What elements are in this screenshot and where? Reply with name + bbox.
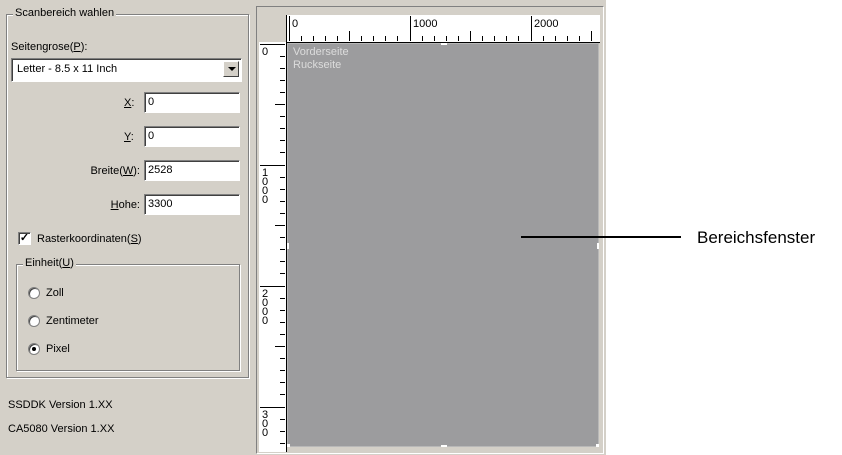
ca5080-version: CA5080 Version 1.XX — [8, 423, 115, 435]
unit-zentimeter-label[interactable]: Zentimeter — [46, 315, 99, 327]
page-size-label: Seitengrose(P): — [11, 41, 88, 53]
back-side-label: Ruckseite — [293, 59, 342, 71]
grid-coords-label[interactable]: Rasterkoordinaten(S) — [37, 233, 142, 245]
scan-area-group-title: Scanbereich wahlen — [13, 7, 117, 19]
hruler-label-0: 0 — [292, 18, 298, 30]
x-field[interactable]: 0 — [144, 92, 240, 113]
unit-pixel-radio[interactable] — [28, 343, 40, 355]
vertical-ruler: 0 1 0 0 0 2 0 0 0 3 0 0 — [259, 42, 287, 452]
unit-zoll-radio[interactable] — [28, 287, 40, 299]
resize-handle-bottom-right[interactable] — [596, 444, 599, 447]
height-field[interactable]: 3300 — [144, 194, 240, 215]
callout-label: Bereichsfenster — [697, 228, 816, 247]
scan-settings-dialog: Scanbereich wahlen Seitengrose(P): Lette… — [0, 0, 606, 455]
height-label: Hohe: — [110, 199, 140, 211]
resize-handle-bottom[interactable] — [441, 445, 447, 447]
y-field[interactable]: 0 — [144, 126, 240, 147]
hruler-label-2000: 2000 — [534, 18, 558, 30]
vertical-ruler-ticks — [260, 44, 285, 444]
ssddk-version: SSDDK Version 1.XX — [8, 399, 113, 411]
page-size-select[interactable]: Letter - 8.5 x 11 Inch — [11, 58, 242, 82]
x-label: X: — [124, 97, 135, 109]
unit-zentimeter-radio[interactable] — [28, 315, 40, 327]
chevron-down-icon[interactable] — [223, 61, 239, 77]
vruler-label-1000: 1 0 0 0 — [262, 167, 269, 206]
front-side-label: Vorderseite — [293, 46, 349, 58]
resize-handle-bottom-left[interactable] — [287, 444, 290, 447]
page-size-value: Letter - 8.5 x 11 Inch — [17, 63, 118, 75]
horizontal-ruler-ticks: 0 1000 2000 — [289, 16, 592, 41]
hruler-label-1000: 1000 — [413, 18, 437, 30]
vruler-label-2000: 2 0 0 0 — [262, 288, 269, 327]
unit-pixel-label[interactable]: Pixel — [46, 343, 70, 355]
scan-area-window[interactable]: Vorderseite Ruckseite — [287, 43, 599, 447]
resize-handle-left[interactable] — [287, 243, 289, 249]
vruler-label-3000: 3 0 0 — [262, 409, 269, 439]
unit-group-title: Einheit(U) — [23, 257, 76, 269]
resize-handle-right[interactable] — [597, 243, 599, 249]
grid-coords-checkbox[interactable]: ✓ — [18, 232, 31, 245]
unit-zoll-label[interactable]: Zoll — [46, 287, 64, 299]
width-field[interactable]: 2528 — [144, 160, 240, 181]
vruler-label-0: 0 — [262, 46, 269, 58]
resize-handle-top[interactable] — [441, 43, 447, 45]
width-label: Breite(W): — [90, 165, 140, 177]
horizontal-ruler: 0 1000 2000 — [286, 15, 600, 43]
y-label: Y: — [124, 131, 134, 143]
callout-line — [521, 236, 681, 238]
